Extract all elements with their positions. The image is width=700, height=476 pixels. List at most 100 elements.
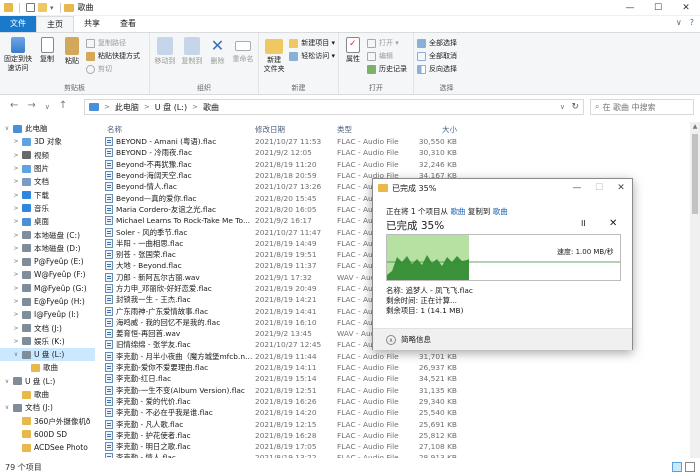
collapse-ribbon-icon[interactable]: ∨	[676, 18, 682, 27]
nav-item[interactable]: > I@Fyeûp (I:)	[0, 308, 95, 321]
expand-right-icon[interactable]: >	[13, 232, 19, 239]
expand-right-icon[interactable]: >	[13, 325, 19, 332]
recent-locations-button[interactable]: ∨	[45, 100, 50, 114]
expand-right-icon[interactable]: >	[13, 192, 19, 199]
cancel-button[interactable]: ✕	[609, 218, 617, 229]
tab-home[interactable]: 主页	[36, 16, 74, 32]
nav-item[interactable]: > 文档 (J:)	[0, 321, 95, 334]
file-row[interactable]: 李克勤-爱你不爱要理由.flac 2021/8/19 14:11 FLAC - Au…	[103, 362, 683, 373]
vertical-scrollbar[interactable]: ▲	[690, 122, 700, 458]
nav-item[interactable]: ACDSee Photo	[0, 441, 95, 454]
nav-item[interactable]: > 文档	[0, 175, 95, 188]
details-view-icon[interactable]	[672, 462, 682, 472]
column-header-size[interactable]: 大小	[407, 124, 457, 135]
expand-right-icon[interactable]: >	[13, 218, 19, 225]
maximize-button[interactable]: ☐	[644, 0, 672, 16]
new-item-button[interactable]: 新建项目 ▾	[289, 38, 335, 48]
refresh-icon[interactable]: ↻	[571, 102, 579, 112]
expand-right-icon[interactable]: >	[13, 152, 19, 159]
paste-shortcut-button[interactable]: 粘贴快捷方式	[86, 51, 140, 61]
file-row[interactable]: Beyond-不再犹豫.flac 2021/8/19 11:20 FLAC - Au…	[103, 159, 683, 170]
close-button[interactable]: ✕	[672, 0, 700, 16]
back-button[interactable]: ←	[10, 100, 18, 114]
nav-item[interactable]: >3D 对象	[0, 135, 95, 148]
nav-item[interactable]: > 娱乐 (K:)	[0, 335, 95, 348]
file-row[interactable]: 李克勤 - 明日之歌.flac 2021/8/19 17:05 FLAC - Aud…	[103, 441, 683, 452]
dialog-close-button[interactable]: ✕	[610, 179, 632, 197]
tab-view[interactable]: 查看	[110, 16, 146, 32]
expand-down-icon[interactable]: ∨	[4, 378, 10, 385]
nav-item[interactable]: > W@Fyeûp (F:)	[0, 268, 95, 281]
select-none-button[interactable]: 全部取消	[417, 51, 457, 61]
expand-right-icon[interactable]: >	[13, 258, 19, 265]
up-button[interactable]: ↑	[59, 100, 67, 114]
nav-item[interactable]: > 下载	[0, 188, 95, 201]
minimize-button[interactable]: —	[616, 0, 644, 16]
nav-item[interactable]: ∨ 此电脑	[0, 122, 95, 135]
file-row[interactable]: 李克勤-一生不变(Album Version).flac 2021/8/19 12…	[103, 385, 683, 396]
history-button[interactable]: 历史记录	[367, 64, 407, 74]
file-row[interactable]: BEYOND - Amani (粤语).flac 2021/10/27 11:53…	[103, 136, 683, 147]
file-row[interactable]: 李克勤 - 护花使者.flac 2021/8/19 16:28 FLAC - Aud…	[103, 430, 683, 441]
nav-item[interactable]: > 音乐	[0, 202, 95, 215]
copy-path-button[interactable]: 复制路径	[86, 38, 140, 48]
edit-button[interactable]: 编辑	[367, 51, 407, 61]
column-header-name[interactable]: 名称	[103, 124, 255, 135]
tab-file[interactable]: 文件	[0, 16, 36, 32]
nav-item[interactable]: > 视频	[0, 149, 95, 162]
file-row[interactable]: 李克勤 - 不必在乎我是谁.flac 2021/8/19 14:20 FLAC - …	[103, 407, 683, 418]
nav-item[interactable]: > 桌面	[0, 215, 95, 228]
address-dropdown-icon[interactable]: ∨	[560, 103, 565, 111]
file-row[interactable]: BEYOND - 冷雨夜.flac 2021/9/2 12:05 FLAC - Au…	[103, 147, 683, 158]
scroll-up-icon[interactable]: ▲	[690, 122, 700, 132]
expand-down-icon[interactable]: ∨	[4, 404, 10, 411]
open-button[interactable]: 打开 ▾	[367, 38, 407, 48]
nav-item[interactable]: > 本地磁盘 (D:)	[0, 242, 95, 255]
search-box[interactable]: ⌕ 在 歌曲 中搜索	[590, 99, 694, 115]
nav-item[interactable]: 600D SD	[0, 428, 95, 441]
scroll-thumb[interactable]	[692, 134, 698, 214]
large-icons-view-icon[interactable]	[685, 462, 695, 472]
customize-qa-icon[interactable]: ▾	[50, 4, 54, 12]
fewer-details-button[interactable]: ∧ 简略信息	[373, 328, 632, 350]
nav-item[interactable]: > M@Fyeûp (G:)	[0, 282, 95, 295]
nav-item[interactable]: > E@Fyeûp (H:)	[0, 295, 95, 308]
column-header-type[interactable]: 类型	[337, 124, 407, 135]
expand-down-icon[interactable]: ∨	[13, 351, 19, 358]
forward-button[interactable]: →	[27, 100, 35, 114]
help-icon[interactable]: ?	[690, 18, 694, 27]
expand-right-icon[interactable]: >	[13, 165, 19, 172]
expand-right-icon[interactable]: >	[13, 245, 19, 252]
nav-item[interactable]: ∨ 文档 (J:)	[0, 401, 95, 414]
expand-right-icon[interactable]: >	[13, 311, 19, 318]
expand-down-icon[interactable]: ∨	[4, 125, 10, 132]
new-folder-icon[interactable]	[38, 3, 47, 12]
expand-right-icon[interactable]: >	[13, 271, 19, 278]
nav-item[interactable]: > P@Fyeûp (E:)	[0, 255, 95, 268]
breadcrumb-this-pc[interactable]: 此电脑	[115, 102, 139, 113]
properties-icon[interactable]	[26, 3, 35, 12]
nav-item[interactable]: 360户外摄像机ð	[0, 415, 95, 428]
expand-right-icon[interactable]: >	[13, 138, 19, 145]
expand-right-icon[interactable]: >	[13, 205, 19, 212]
destination-link[interactable]: 歌曲	[493, 207, 508, 216]
breadcrumb-drive[interactable]: U 盘 (L:)	[155, 102, 187, 113]
invert-selection-button[interactable]: 反向选择	[417, 64, 457, 74]
tab-share[interactable]: 共享	[74, 16, 110, 32]
navigation-pane[interactable]: ∨ 此电脑 >3D 对象 > 视频 > 图片 > 文档 > 下载 > 音乐 > 桌面 > 本地磁盘 (C:) > 本…	[0, 122, 95, 458]
select-all-button[interactable]: 全部选择	[417, 38, 457, 48]
expand-right-icon[interactable]: >	[13, 338, 19, 345]
file-row[interactable]: 李克勤 - 爱的代价.flac 2021/8/19 16:26 FLAC - Aud…	[103, 396, 683, 407]
nav-item[interactable]: > 图片	[0, 162, 95, 175]
file-row[interactable]: 李克勤-红日.flac 2021/8/19 15:14 FLAC - Audio F…	[103, 373, 683, 384]
nav-item[interactable]: ∨ U 盘 (L:)	[0, 375, 95, 388]
column-header-date[interactable]: 修改日期	[255, 124, 337, 135]
breadcrumb-folder[interactable]: 歌曲	[203, 102, 219, 113]
nav-item[interactable]: 歌曲	[0, 388, 95, 401]
cut-button[interactable]: 剪切	[86, 64, 140, 74]
dialog-minimize-button[interactable]: —	[566, 179, 588, 197]
easy-access-button[interactable]: 轻松访问 ▾	[289, 51, 335, 61]
source-link[interactable]: 歌曲	[450, 207, 465, 216]
nav-item[interactable]: ∨ U 盘 (L:)	[0, 348, 95, 362]
file-row[interactable]: 李克勤 - 月半小夜曲（魔方城堡mfcb.ne... 2021/8/19 11:4…	[103, 351, 683, 362]
